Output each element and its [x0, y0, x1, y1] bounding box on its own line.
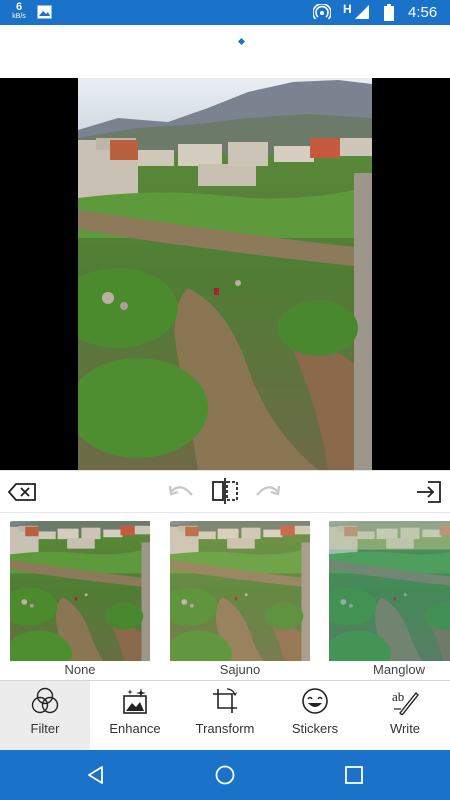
tab-write[interactable]: ab Write — [360, 681, 450, 751]
edit-toolbar — [0, 470, 450, 512]
hotspot-icon — [313, 4, 331, 20]
filter-thumbnail[interactable] — [170, 521, 310, 661]
tab-label: Stickers — [291, 721, 339, 736]
tool-tabs: Filter Enhance Transform Stickers ab Wri… — [0, 680, 450, 751]
photo-canvas[interactable] — [0, 78, 450, 470]
network-speed: 6 kB/s — [10, 1, 28, 21]
filter-manglow[interactable]: Manglow — [329, 521, 450, 677]
tab-label: Write — [389, 721, 421, 736]
enhance-icon — [123, 688, 147, 714]
filter-label: Manglow — [372, 662, 426, 677]
status-bar: 6 kB/s H 4:56 — [0, 0, 450, 25]
compare-icon[interactable] — [211, 477, 239, 505]
redo-icon[interactable] — [255, 483, 281, 501]
network-speed-value: 6 — [15, 1, 23, 13]
tab-transform[interactable]: Transform — [180, 681, 270, 751]
tab-label: Enhance — [109, 721, 161, 736]
filter-label: None — [64, 662, 96, 677]
svg-text:ab: ab — [392, 689, 404, 704]
editor-header — [0, 25, 450, 78]
transform-icon — [213, 688, 238, 713]
filter-icon — [31, 687, 59, 714]
page-indicator-dot — [237, 37, 246, 46]
recents-icon[interactable] — [343, 764, 365, 786]
tab-enhance[interactable]: Enhance — [90, 681, 180, 751]
tab-label: Filter — [30, 721, 60, 736]
signal-icon — [355, 5, 369, 19]
undo-icon[interactable] — [168, 483, 194, 501]
filter-label: Sajuno — [219, 662, 261, 677]
home-icon[interactable] — [214, 764, 236, 786]
delete-icon[interactable] — [8, 483, 36, 501]
write-icon: ab — [392, 689, 419, 715]
network-speed-unit: kB/s — [12, 13, 26, 20]
filter-thumbnail[interactable] — [329, 521, 450, 661]
clock: 4:56 — [408, 4, 438, 21]
export-icon[interactable] — [416, 480, 442, 504]
filter-strip[interactable]: None Sajuno Manglow — [0, 512, 450, 680]
filter-sajuno[interactable]: Sajuno — [170, 521, 310, 677]
network-type: H — [343, 2, 352, 16]
tab-label: Transform — [195, 721, 255, 736]
filter-none[interactable]: None — [10, 521, 150, 677]
tab-stickers[interactable]: Stickers — [270, 681, 360, 751]
tab-filter[interactable]: Filter — [0, 681, 90, 751]
system-nav-bar — [0, 750, 450, 800]
stickers-icon — [302, 688, 328, 714]
filter-thumbnail[interactable] — [10, 521, 150, 661]
image-icon — [37, 5, 52, 19]
edited-photo[interactable] — [78, 78, 372, 470]
back-icon[interactable] — [85, 764, 107, 786]
battery-icon — [384, 4, 394, 21]
